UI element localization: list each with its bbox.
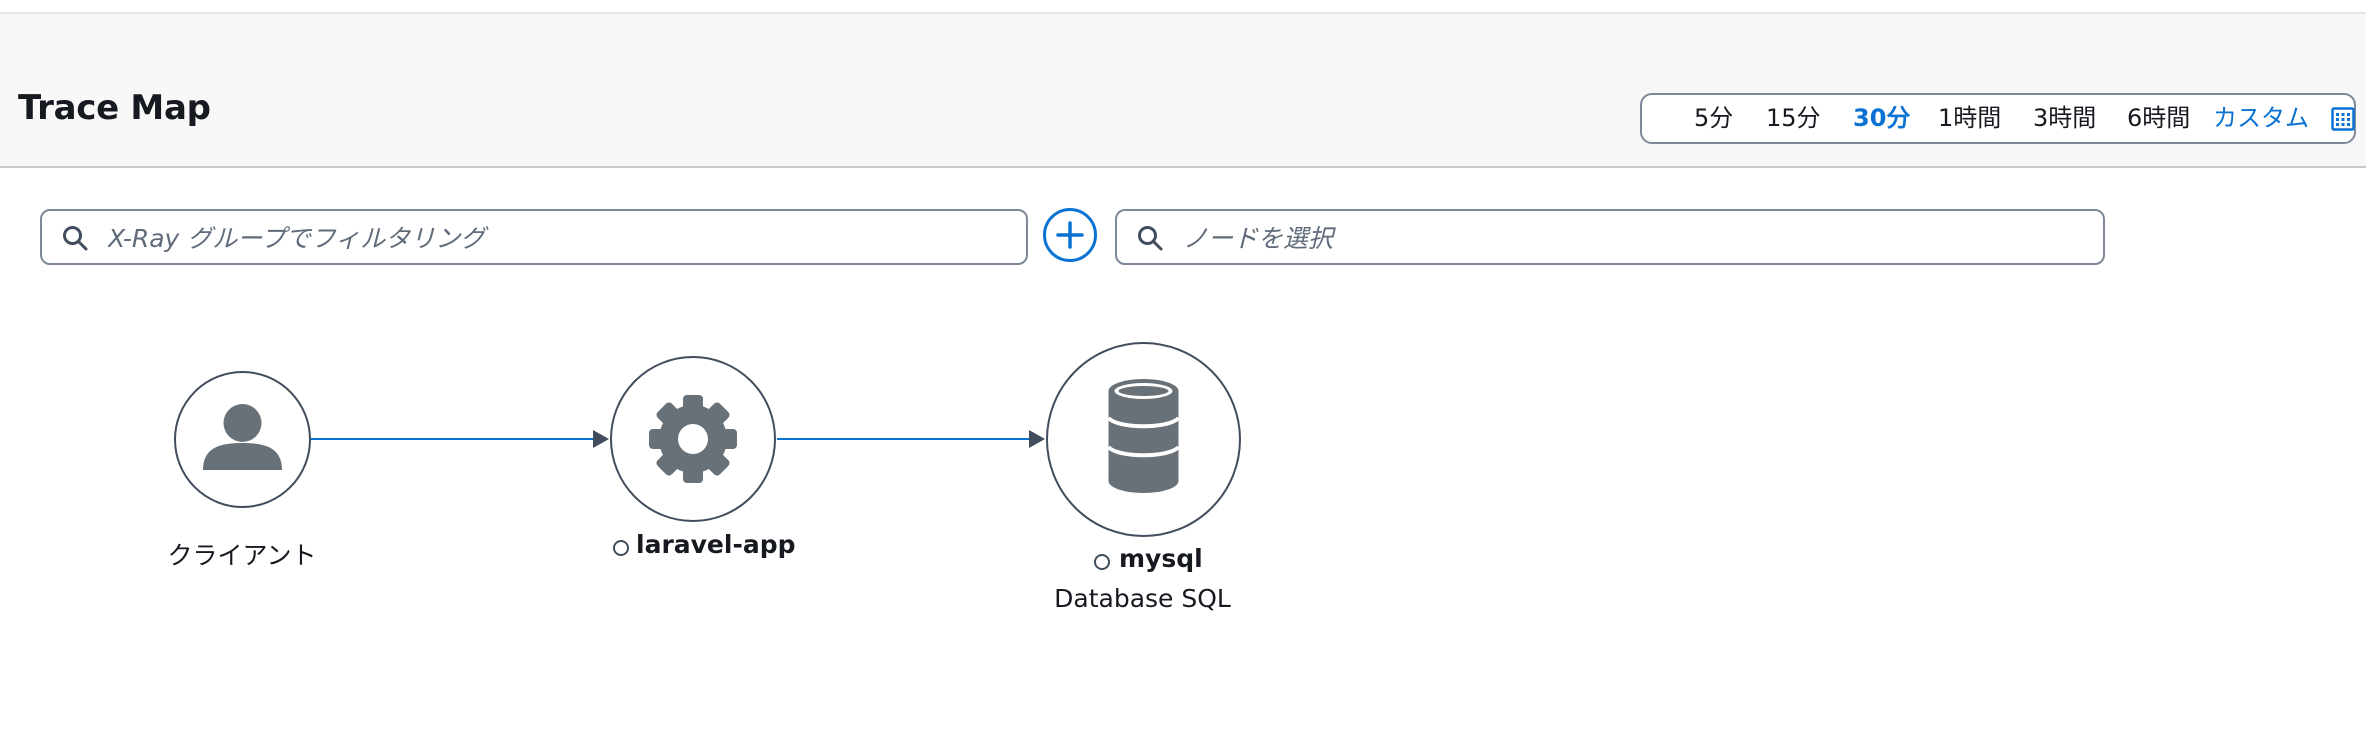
node-mysql-label: mysql xyxy=(1119,544,1203,573)
xray-group-search-input[interactable] xyxy=(106,217,1010,259)
status-indicator xyxy=(1094,554,1110,570)
time-range-3h[interactable]: 3時間 xyxy=(2033,95,2096,142)
add-group-button[interactable] xyxy=(1043,208,1097,262)
time-range-30m[interactable]: 30分 xyxy=(1853,95,1910,142)
page-title: Trace Map xyxy=(18,88,211,128)
user-icon xyxy=(203,404,282,470)
node-laravel-app-label: laravel-app xyxy=(636,530,796,559)
time-range-6h[interactable]: 6時間 xyxy=(2127,95,2190,142)
calendar-icon[interactable] xyxy=(2331,107,2355,131)
edge-arrowhead xyxy=(593,430,609,448)
time-range-1h[interactable]: 1時間 xyxy=(1938,95,2001,142)
node-mysql-subtitle: Database SQL xyxy=(1054,584,1231,613)
page-header: Trace Map 5分 15分 30分 1時間 3時間 6時間 カスタム xyxy=(0,14,2366,168)
node-laravel-app[interactable] xyxy=(610,356,776,522)
node-search-input[interactable] xyxy=(1181,217,2085,259)
search-icon xyxy=(1138,226,1163,251)
plus-icon xyxy=(1056,221,1084,249)
edge-arrowhead xyxy=(1029,430,1045,448)
time-range-5m[interactable]: 5分 xyxy=(1694,95,1733,142)
search-icon xyxy=(63,226,88,251)
gear-icon xyxy=(649,395,737,483)
node-client[interactable] xyxy=(174,371,311,508)
node-select-filter xyxy=(1115,209,2105,265)
trace-map: クライアント laravel-app mysql Database SQL xyxy=(0,320,2366,740)
status-indicator xyxy=(613,540,629,556)
node-client-label: クライアント xyxy=(167,541,317,570)
edge-laravel-app-mysql xyxy=(777,438,1031,440)
time-range-15m[interactable]: 15分 xyxy=(1766,95,1821,142)
node-mysql[interactable] xyxy=(1046,342,1241,537)
edge-client-laravel-app xyxy=(311,438,593,440)
time-range-custom[interactable]: カスタム xyxy=(2213,95,2309,142)
xray-group-filter xyxy=(40,209,1028,265)
database-icon xyxy=(1106,379,1181,493)
time-range-selector: 5分 15分 30分 1時間 3時間 6時間 カスタム xyxy=(1640,93,2356,144)
